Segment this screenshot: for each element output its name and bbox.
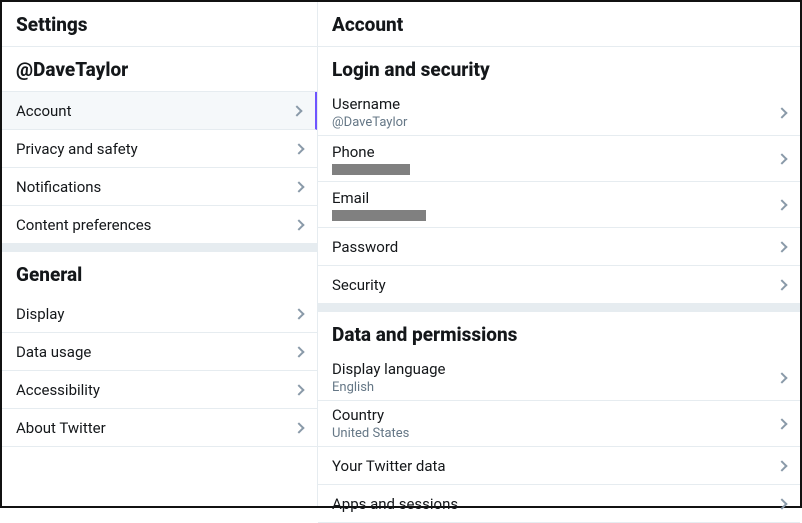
sidebar-item-data-usage[interactable]: Data usage bbox=[2, 333, 317, 371]
setting-label: Security bbox=[332, 276, 386, 294]
sidebar-item-accessibility[interactable]: Accessibility bbox=[2, 371, 317, 409]
section-divider bbox=[2, 244, 317, 252]
setting-row-apps-and-sessions[interactable]: Apps and sessions bbox=[318, 485, 800, 523]
setting-row-security[interactable]: Security bbox=[318, 266, 800, 304]
sidebar-item-label: Data usage bbox=[16, 343, 91, 361]
settings-frame: Settings @DaveTaylor Account Privacy and … bbox=[0, 0, 802, 508]
section-divider bbox=[318, 304, 800, 312]
setting-row-text: Password bbox=[332, 238, 398, 256]
sidebar-item-label: Account bbox=[16, 102, 72, 120]
setting-label: Phone bbox=[332, 143, 410, 161]
setting-row-phone[interactable]: Phone bbox=[318, 136, 800, 182]
setting-row-your-twitter-data[interactable]: Your Twitter data bbox=[318, 447, 800, 485]
sidebar-item-label: Accessibility bbox=[16, 381, 100, 399]
general-heading: General bbox=[2, 252, 317, 295]
sidebar-item-privacy-and-safety[interactable]: Privacy and safety bbox=[2, 130, 317, 168]
chevron-right-icon bbox=[776, 372, 787, 383]
setting-row-text: Display language English bbox=[332, 360, 446, 395]
setting-row-display-language[interactable]: Display language English bbox=[318, 355, 800, 401]
setting-sub: United States bbox=[332, 426, 409, 441]
setting-label: Email bbox=[332, 189, 426, 207]
setting-row-text: Apps and sessions bbox=[332, 495, 458, 513]
chevron-right-icon bbox=[776, 279, 787, 290]
setting-row-text: Security bbox=[332, 276, 386, 294]
sidebar-item-label: Notifications bbox=[16, 178, 101, 196]
sidebar: Settings @DaveTaylor Account Privacy and … bbox=[2, 2, 318, 506]
setting-row-text: Country United States bbox=[332, 406, 409, 441]
sidebar-item-label: About Twitter bbox=[16, 419, 106, 437]
setting-row-text: Your Twitter data bbox=[332, 457, 446, 475]
sidebar-item-label: Display bbox=[16, 305, 64, 323]
setting-label: Display language bbox=[332, 360, 446, 378]
chevron-right-icon bbox=[776, 241, 787, 252]
section-heading-data-and-permissions: Data and permissions bbox=[318, 312, 800, 355]
content-pane: Account Login and security Username @DaveT… bbox=[318, 2, 800, 506]
chevron-right-icon bbox=[293, 219, 304, 230]
section-heading-login-and-security: Login and security bbox=[318, 47, 800, 90]
setting-label: Apps and sessions bbox=[332, 495, 458, 513]
redacted-value bbox=[332, 164, 410, 175]
chevron-right-icon bbox=[293, 384, 304, 395]
chevron-right-icon bbox=[776, 498, 787, 509]
redacted-value bbox=[332, 210, 426, 221]
setting-row-text: Username @DaveTaylor bbox=[332, 95, 407, 130]
sidebar-item-display[interactable]: Display bbox=[2, 295, 317, 333]
sidebar-item-content-preferences[interactable]: Content preferences bbox=[2, 206, 317, 244]
setting-label: Country bbox=[332, 406, 409, 424]
chevron-right-icon bbox=[776, 460, 787, 471]
settings-title: Settings bbox=[2, 2, 317, 47]
chevron-right-icon bbox=[293, 143, 304, 154]
setting-label: Your Twitter data bbox=[332, 457, 446, 475]
setting-sub: @DaveTaylor bbox=[332, 115, 407, 130]
chevron-right-icon bbox=[293, 308, 304, 319]
sidebar-item-label: Content preferences bbox=[16, 216, 151, 234]
setting-row-password[interactable]: Password bbox=[318, 228, 800, 266]
setting-label: Username bbox=[332, 95, 407, 113]
user-handle: @DaveTaylor bbox=[2, 47, 317, 92]
chevron-right-icon bbox=[293, 346, 304, 357]
sidebar-item-account[interactable]: Account bbox=[2, 92, 317, 130]
setting-sub: English bbox=[332, 380, 446, 395]
setting-row-country[interactable]: Country United States bbox=[318, 401, 800, 447]
chevron-right-icon bbox=[776, 153, 787, 164]
account-title: Account bbox=[318, 2, 800, 47]
chevron-right-icon bbox=[293, 422, 304, 433]
setting-label: Password bbox=[332, 238, 398, 256]
sidebar-item-notifications[interactable]: Notifications bbox=[2, 168, 317, 206]
setting-row-text: Email bbox=[332, 189, 426, 221]
chevron-right-icon bbox=[293, 181, 304, 192]
sidebar-item-about-twitter[interactable]: About Twitter bbox=[2, 409, 317, 447]
chevron-right-icon bbox=[776, 107, 787, 118]
setting-row-username[interactable]: Username @DaveTaylor bbox=[318, 90, 800, 136]
sidebar-item-label: Privacy and safety bbox=[16, 140, 138, 158]
chevron-right-icon bbox=[291, 105, 302, 116]
chevron-right-icon bbox=[776, 418, 787, 429]
chevron-right-icon bbox=[776, 199, 787, 210]
setting-row-text: Phone bbox=[332, 143, 410, 175]
setting-row-email[interactable]: Email bbox=[318, 182, 800, 228]
